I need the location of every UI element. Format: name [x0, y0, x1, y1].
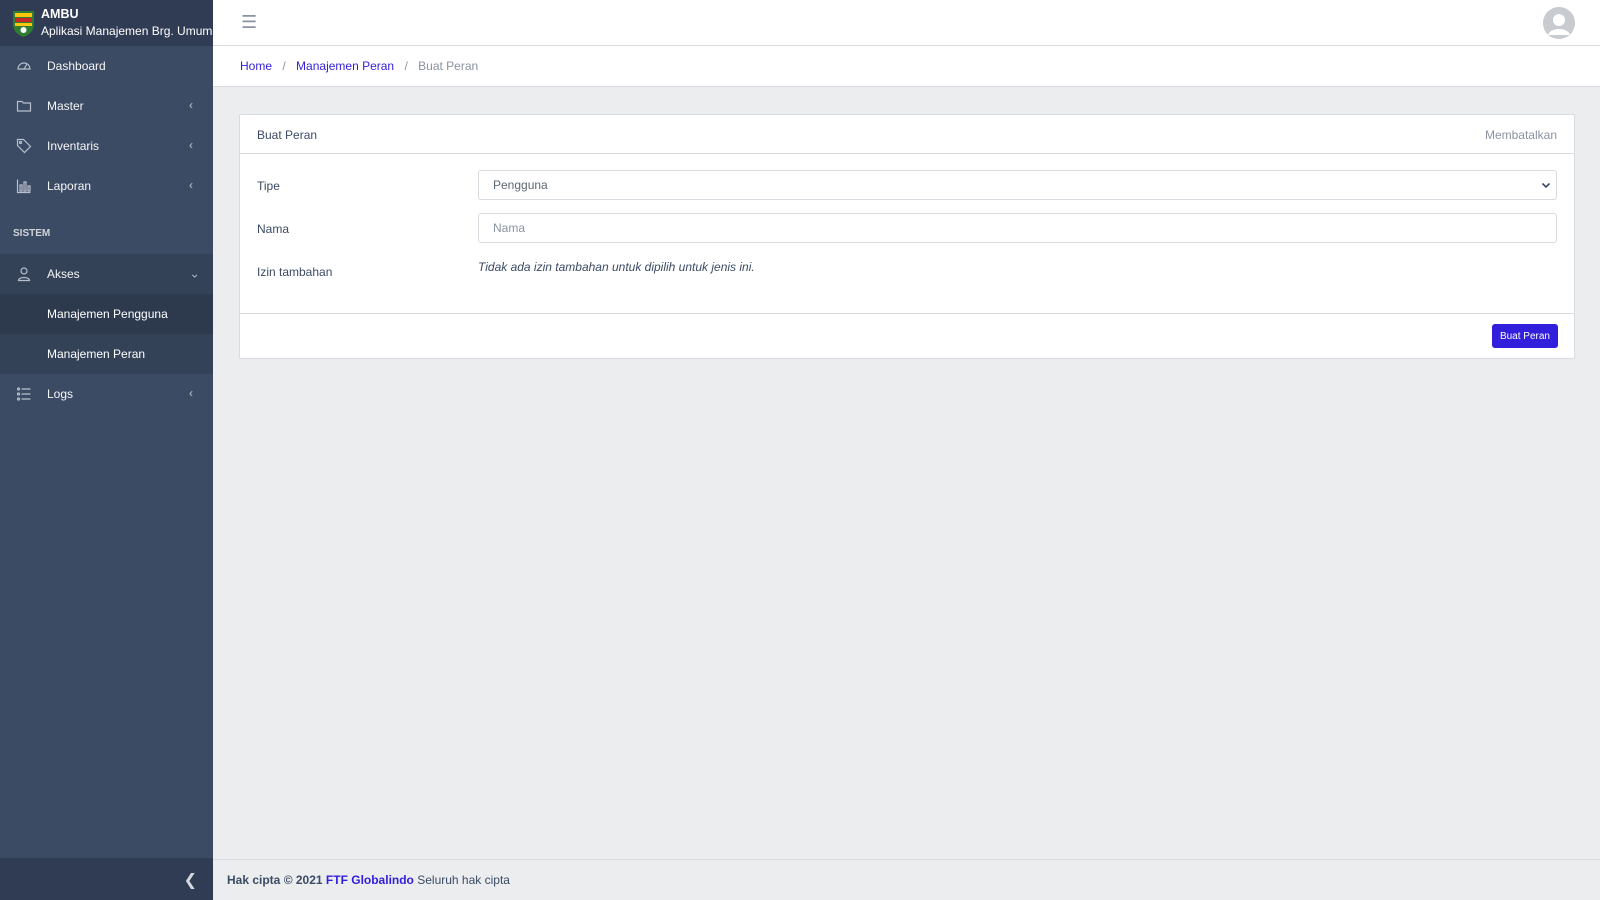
type-select-value: Pengguna: [493, 178, 548, 192]
sidebar-item-manajemen-peran[interactable]: Manajemen Peran: [0, 334, 213, 374]
tag-icon: [16, 138, 32, 154]
speedometer-icon: [16, 58, 32, 74]
app-title: AMBU: [41, 7, 79, 21]
sidebar: AMBU Aplikasi Manajemen Brg. Umum Dashbo…: [0, 0, 213, 900]
rights-text: Seluruh hak cipta: [417, 873, 510, 887]
avatar[interactable]: [1543, 7, 1575, 39]
breadcrumb-home[interactable]: Home: [240, 59, 272, 73]
create-role-card: Buat Peran Membatalkan Tipe Pengguna Nam…: [239, 114, 1575, 359]
list-icon: [16, 386, 32, 402]
name-label: Nama: [257, 222, 290, 236]
header: ☰: [213, 0, 1600, 46]
permission-label: Izin tambahan: [257, 265, 333, 279]
create-role-button[interactable]: Buat Peran: [1491, 324, 1558, 348]
hamburger-menu-icon[interactable]: ☰: [241, 12, 257, 33]
type-label: Tipe: [257, 179, 280, 193]
user-icon: [16, 266, 32, 282]
sidebar-item-label: Akses: [47, 267, 80, 281]
sidebar-item-master[interactable]: Master ‹: [0, 86, 213, 126]
sidebar-item-akses[interactable]: Akses ‹: [0, 254, 213, 294]
card-title: Buat Peran: [257, 128, 318, 142]
chevron-down-icon: ‹: [187, 274, 201, 278]
sidebar-item-logs[interactable]: Logs ‹: [0, 374, 213, 414]
sidebar-item-label: Laporan: [47, 179, 92, 193]
type-select[interactable]: Pengguna: [478, 170, 1557, 200]
permission-row: Izin tambahan Tidak ada izin tambahan un…: [257, 256, 1557, 286]
sidebar-item-dashboard[interactable]: Dashboard: [0, 46, 213, 86]
logo-icon: [13, 11, 34, 37]
user-avatar-icon: [1543, 7, 1575, 39]
footer: Hak cipta © 2021 FTF Globalindo Seluruh …: [213, 859, 1600, 900]
breadcrumb-separator: /: [404, 59, 408, 73]
company-link[interactable]: FTF Globalindo: [326, 873, 414, 887]
chevron-left-icon: ‹: [189, 98, 193, 112]
type-row: Tipe Pengguna: [257, 170, 1557, 200]
copyright-text: Hak cipta © 2021: [227, 873, 323, 887]
name-input[interactable]: [478, 213, 1557, 243]
sidebar-item-label: Logs: [47, 387, 74, 401]
name-row: Nama: [257, 213, 1557, 243]
chevron-left-icon: ‹: [189, 386, 193, 400]
sidebar-item-inventaris[interactable]: Inventaris ‹: [0, 126, 213, 166]
sidebar-section-title: SISTEM: [13, 228, 51, 239]
sidebar-item-label: Master: [47, 99, 84, 113]
sidebar-item-manajemen-pengguna[interactable]: Manajemen Pengguna: [0, 294, 213, 334]
card-footer: Buat Peran: [240, 313, 1574, 358]
bar-chart-icon: [16, 178, 32, 194]
sidebar-item-label: Inventaris: [47, 139, 100, 153]
sidebar-item-laporan[interactable]: Laporan ‹: [0, 166, 213, 206]
chevron-left-icon: ❮: [183, 872, 197, 889]
sidebar-item-label: Dashboard: [47, 59, 106, 73]
chevron-left-icon: ‹: [189, 178, 193, 192]
breadcrumb: Home / Manajemen Peran / Buat Peran: [213, 46, 1600, 87]
chevron-left-icon: ‹: [189, 138, 193, 152]
breadcrumb-separator: /: [282, 59, 286, 73]
breadcrumb-current: Buat Peran: [418, 59, 479, 73]
brand[interactable]: AMBU Aplikasi Manajemen Brg. Umum: [0, 0, 213, 46]
permission-note: Tidak ada izin tambahan untuk dipilih un…: [478, 260, 755, 274]
card-header: Buat Peran Membatalkan: [240, 115, 1574, 154]
chevron-down-icon: [1541, 182, 1551, 189]
app-subtitle: Aplikasi Manajemen Brg. Umum: [41, 24, 213, 38]
breadcrumb-manajemen-peran[interactable]: Manajemen Peran: [296, 59, 394, 73]
cancel-link[interactable]: Membatalkan: [1485, 128, 1557, 142]
folder-icon: [16, 98, 32, 114]
sidebar-minimize-button[interactable]: ❮: [0, 858, 213, 900]
